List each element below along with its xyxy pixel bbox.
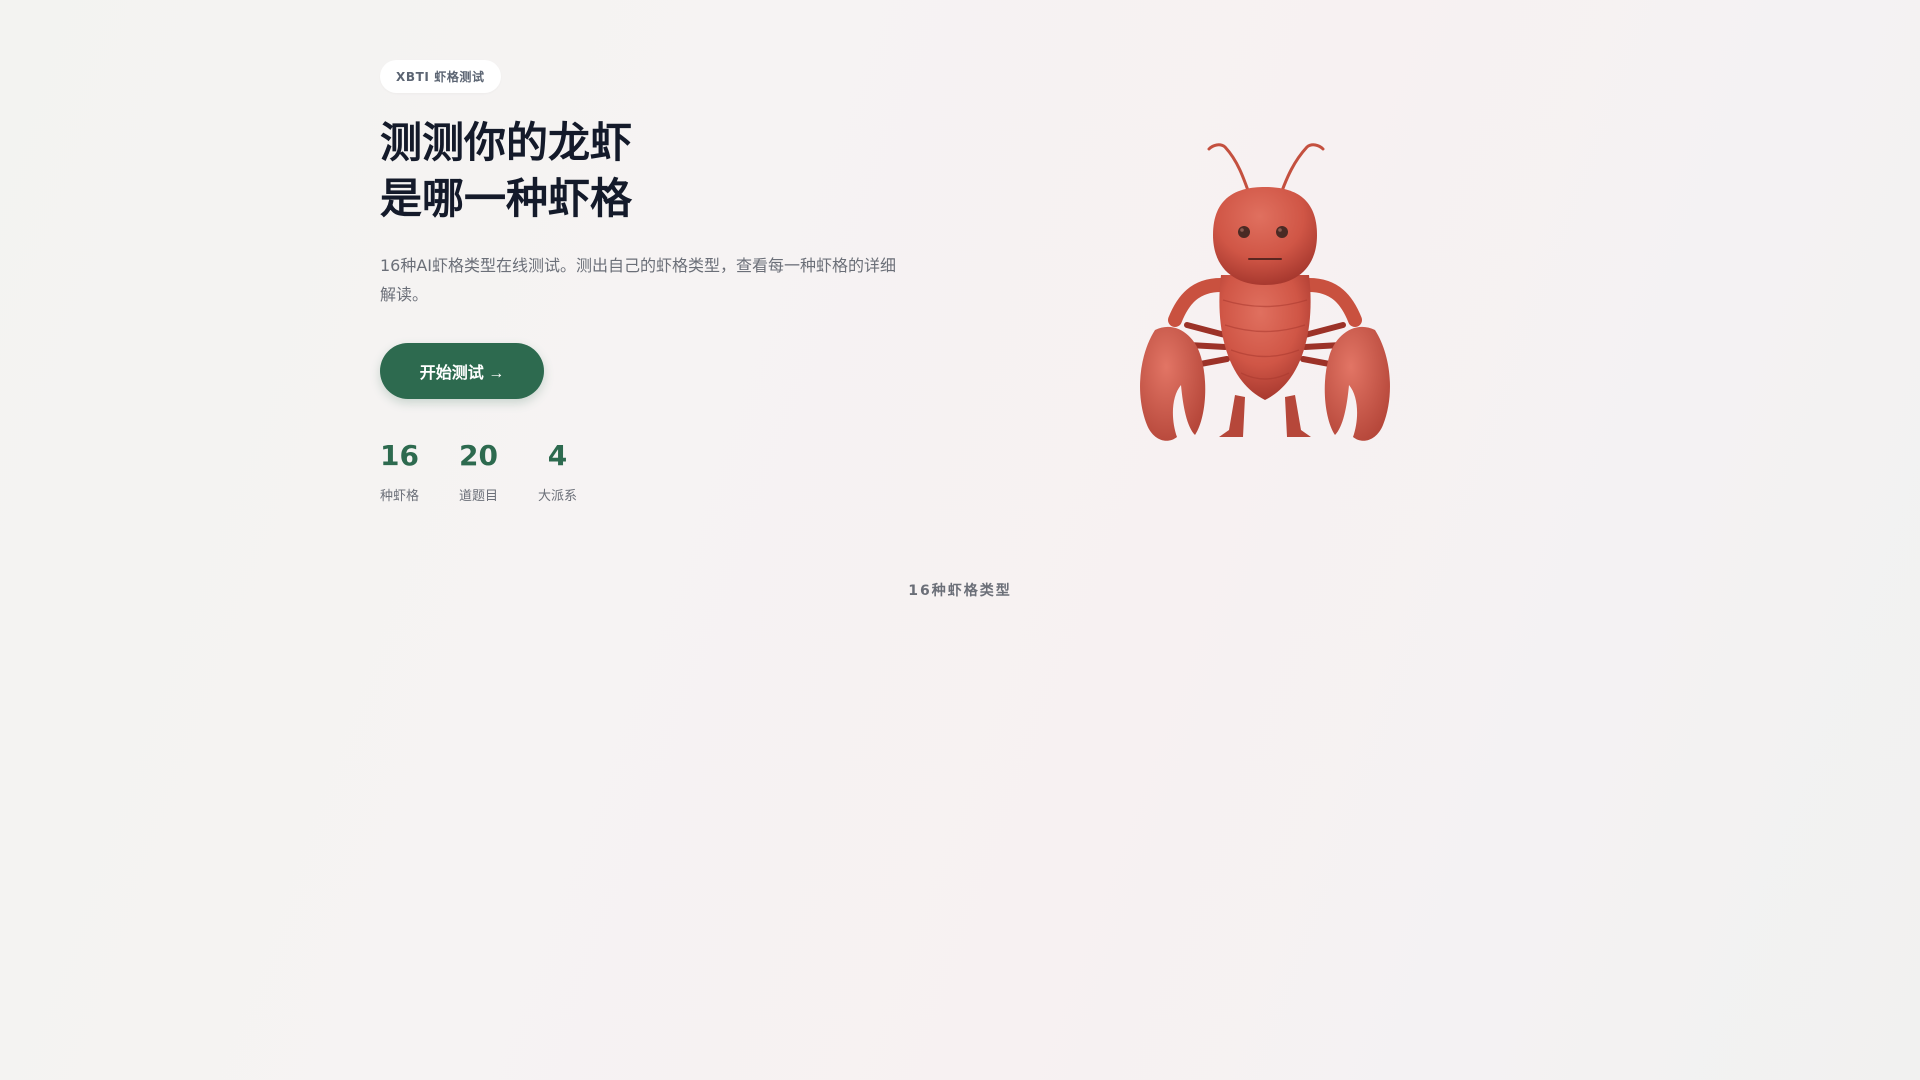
page-title-line-2: 是哪一种虾格 bbox=[380, 174, 633, 223]
lobster-icon bbox=[1140, 143, 1390, 441]
stat-factions-label: 大派系 bbox=[538, 489, 578, 504]
page-subtitle: 16种AI虾格类型在线测试。测出自己的虾格类型，查看每一种虾格的详细解读。 bbox=[380, 256, 897, 304]
types-section-heading: 16种虾格类型 bbox=[908, 583, 1012, 599]
stat-factions: 4 大派系 bbox=[538, 439, 577, 504]
lobster-mascot bbox=[1125, 135, 1405, 455]
page-title: 测测你的龙虾 是哪一种虾格 bbox=[380, 115, 900, 227]
stat-questions-label: 道题目 bbox=[459, 489, 499, 504]
start-test-button[interactable]: 开始测试 → bbox=[380, 343, 544, 399]
stat-types: 16 种虾格 bbox=[380, 439, 419, 504]
stat-types-value: 16 bbox=[380, 439, 419, 472]
stat-questions-value: 20 bbox=[459, 439, 498, 472]
stats-row: 16 种虾格 20 道题目 4 大派系 bbox=[380, 439, 900, 504]
brand-badge: XBTI 虾格测试 bbox=[380, 60, 501, 93]
stat-types-label: 种虾格 bbox=[380, 489, 420, 504]
stat-factions-value: 4 bbox=[547, 439, 568, 472]
page-title-line-1: 测测你的龙虾 bbox=[380, 118, 633, 167]
stat-questions: 20 道题目 bbox=[459, 439, 498, 504]
hero-section: XBTI 虾格测试 测测你的龙虾 是哪一种虾格 16种AI虾格类型在线测试。测出… bbox=[380, 60, 900, 504]
